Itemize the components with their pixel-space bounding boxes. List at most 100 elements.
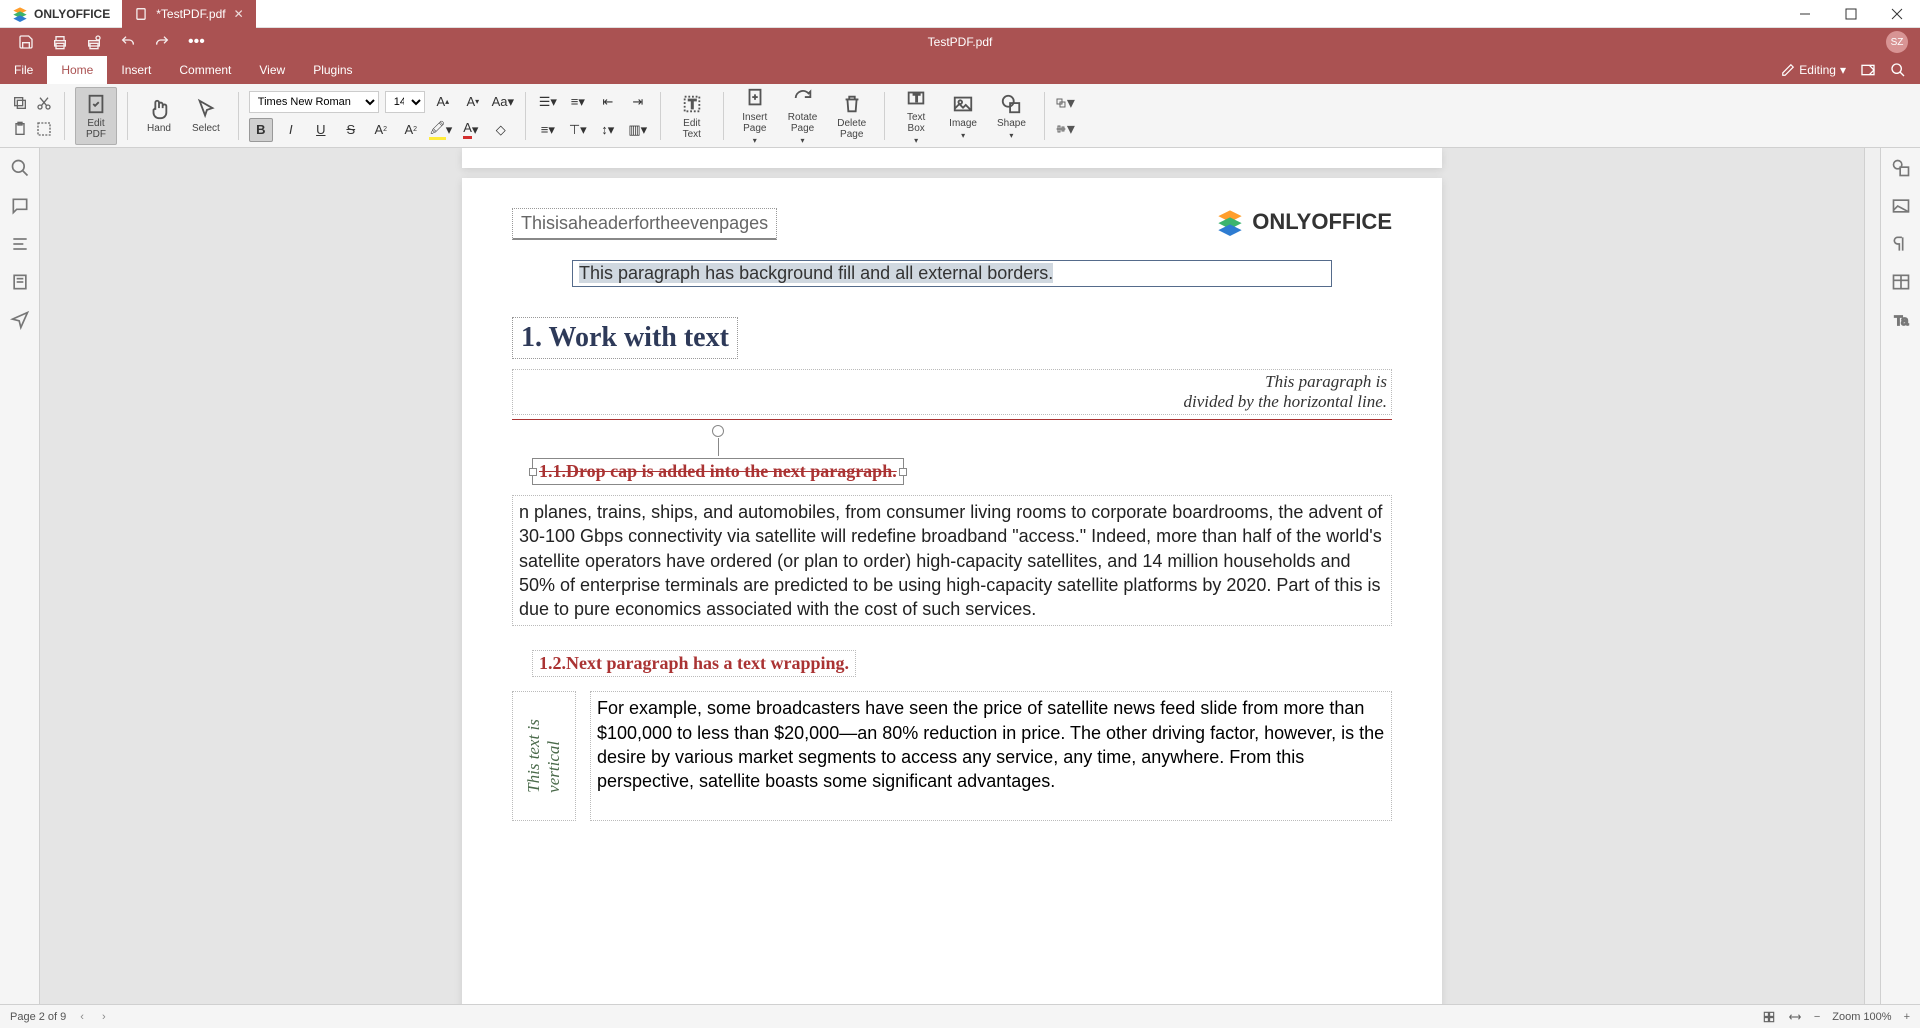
body-paragraph-1[interactable]: n planes, trains, ships, and automobiles… <box>512 495 1392 626</box>
increase-font-icon[interactable]: A▴ <box>431 90 455 114</box>
insert-page-icon <box>744 87 766 109</box>
bold-button[interactable]: B <box>249 118 273 142</box>
delete-page-label: Delete Page <box>837 118 866 140</box>
delete-page-button[interactable]: Delete Page <box>829 88 874 144</box>
titlebar: ONLYOFFICE *TestPDF.pdf ✕ <box>0 0 1920 28</box>
text-box-button[interactable]: T Text Box▾ <box>895 82 937 149</box>
page-header[interactable]: Thisisaheaderfortheevenpages <box>512 208 777 240</box>
save-icon[interactable] <box>18 34 34 50</box>
hr-caption[interactable]: This paragraph is divided by the horizon… <box>512 369 1392 415</box>
pencil-icon <box>1781 63 1795 77</box>
more-icon[interactable]: ••• <box>188 33 205 51</box>
decrease-font-icon[interactable]: A▾ <box>461 90 485 114</box>
menu-bar: File Home Insert Comment View Plugins Ed… <box>0 56 1920 84</box>
close-button[interactable] <box>1874 0 1920 28</box>
change-case-icon[interactable]: Aa▾ <box>491 90 515 114</box>
columns-button[interactable]: ▥▾ <box>626 118 650 142</box>
underline-button[interactable]: U <box>309 118 333 142</box>
font-size-select[interactable]: 14 <box>385 91 425 113</box>
comments-icon[interactable] <box>10 196 30 216</box>
image-button[interactable]: Image▾ <box>941 88 985 144</box>
vertical-scrollbar[interactable] <box>1864 148 1880 1004</box>
align-objects-icon[interactable]: ▾ <box>1055 119 1075 139</box>
thumbnails-icon[interactable] <box>10 272 30 292</box>
edit-pdf-button[interactable]: Edit PDF <box>75 87 117 145</box>
headings-icon[interactable] <box>10 234 30 254</box>
user-avatar[interactable]: SZ <box>1886 31 1908 53</box>
strikethrough-button[interactable]: S <box>339 118 363 142</box>
menu-view[interactable]: View <box>245 56 299 84</box>
heading-1[interactable]: 1. Work with text <box>512 317 738 359</box>
open-location-icon[interactable] <box>1860 62 1876 78</box>
body-paragraph-2[interactable]: For example, some broadcasters have seen… <box>590 691 1392 821</box>
superscript-button[interactable]: A2 <box>369 118 393 142</box>
search-icon[interactable] <box>1890 62 1906 78</box>
insert-page-button[interactable]: Insert Page▾ <box>734 82 776 149</box>
zoom-level[interactable]: Zoom 100% <box>1832 1011 1891 1023</box>
redo-icon[interactable] <box>154 34 170 50</box>
rotate-page-button[interactable]: Rotate Page▾ <box>780 82 825 149</box>
maximize-button[interactable] <box>1828 0 1874 28</box>
table-settings-icon[interactable] <box>1891 272 1911 292</box>
prev-page-button[interactable]: ‹ <box>76 1011 88 1023</box>
cut-icon[interactable] <box>34 93 54 113</box>
select-tool-button[interactable]: Select <box>184 93 228 138</box>
page-indicator[interactable]: Page 2 of 9 <box>10 1011 66 1023</box>
font-color-button[interactable]: A▾ <box>459 118 483 142</box>
textart-settings-icon[interactable]: Ta <box>1891 310 1911 330</box>
svg-text:T: T <box>913 93 920 105</box>
document-tab[interactable]: *TestPDF.pdf ✕ <box>122 0 255 28</box>
menu-file[interactable]: File <box>0 56 47 84</box>
menu-insert[interactable]: Insert <box>107 56 165 84</box>
vertical-align-button[interactable]: ⊤▾ <box>566 118 590 142</box>
fit-page-icon[interactable] <box>1762 1010 1776 1024</box>
bordered-paragraph[interactable]: This paragraph has background fill and a… <box>572 260 1332 287</box>
select-label: Select <box>192 123 220 134</box>
fit-width-icon[interactable] <box>1788 1010 1802 1024</box>
decrease-indent-button[interactable]: ⇤ <box>596 90 620 114</box>
numbering-button[interactable]: ≡▾ <box>566 90 590 114</box>
vertical-text-box[interactable]: This text is vertical <box>512 691 576 821</box>
zoom-in-button[interactable]: + <box>1904 1011 1910 1023</box>
arrange-icon[interactable]: ▾ <box>1055 93 1075 113</box>
find-icon[interactable] <box>10 158 30 178</box>
undo-icon[interactable] <box>120 34 136 50</box>
increase-indent-button[interactable]: ⇥ <box>626 90 650 114</box>
document-canvas[interactable]: Thisisaheaderfortheevenpages ONLYOFFICE … <box>40 148 1864 1004</box>
rotate-handle[interactable] <box>712 425 724 437</box>
image-settings-icon[interactable] <box>1891 196 1911 216</box>
app-name: ONLYOFFICE <box>34 7 110 21</box>
highlight-button[interactable]: 🖍▾ <box>429 118 453 142</box>
minimize-button[interactable] <box>1782 0 1828 28</box>
paste-icon[interactable] <box>10 119 30 139</box>
close-tab-icon[interactable]: ✕ <box>234 7 244 21</box>
editing-mode-button[interactable]: Editing ▾ <box>1781 63 1846 77</box>
feedback-icon[interactable] <box>10 310 30 330</box>
shape-settings-icon[interactable] <box>1891 158 1911 178</box>
next-page-button[interactable]: › <box>98 1011 110 1023</box>
shape-button[interactable]: Shape▾ <box>989 88 1034 144</box>
right-sidebar: Ta <box>1880 148 1920 1004</box>
line-spacing-button[interactable]: ↕▾ <box>596 118 620 142</box>
paragraph-settings-icon[interactable] <box>1891 234 1911 254</box>
subscript-button[interactable]: A2 <box>399 118 423 142</box>
zoom-out-button[interactable]: − <box>1814 1011 1820 1023</box>
select-all-icon[interactable] <box>34 119 54 139</box>
clear-format-icon[interactable]: ◇ <box>489 118 513 142</box>
hand-tool-button[interactable]: Hand <box>138 93 180 138</box>
heading-2b[interactable]: 1.2.Next paragraph has a text wrapping. <box>532 650 856 677</box>
bullets-button[interactable]: ☰▾ <box>536 90 560 114</box>
shape-label: Shape <box>997 118 1026 129</box>
copy-icon[interactable] <box>10 93 30 113</box>
menu-home[interactable]: Home <box>47 56 107 84</box>
quick-print-icon[interactable] <box>86 34 102 50</box>
print-icon[interactable] <box>52 34 68 50</box>
selected-text-box[interactable]: 1.1.Drop cap is added into the next para… <box>532 458 904 485</box>
italic-button[interactable]: I <box>279 118 303 142</box>
chevron-down-icon: ▾ <box>1840 63 1846 77</box>
menu-comment[interactable]: Comment <box>165 56 245 84</box>
align-button[interactable]: ≡▾ <box>536 118 560 142</box>
font-name-select[interactable]: Times New Roman <box>249 91 379 113</box>
menu-plugins[interactable]: Plugins <box>299 56 366 84</box>
edit-text-button[interactable]: T Edit Text <box>671 88 713 144</box>
